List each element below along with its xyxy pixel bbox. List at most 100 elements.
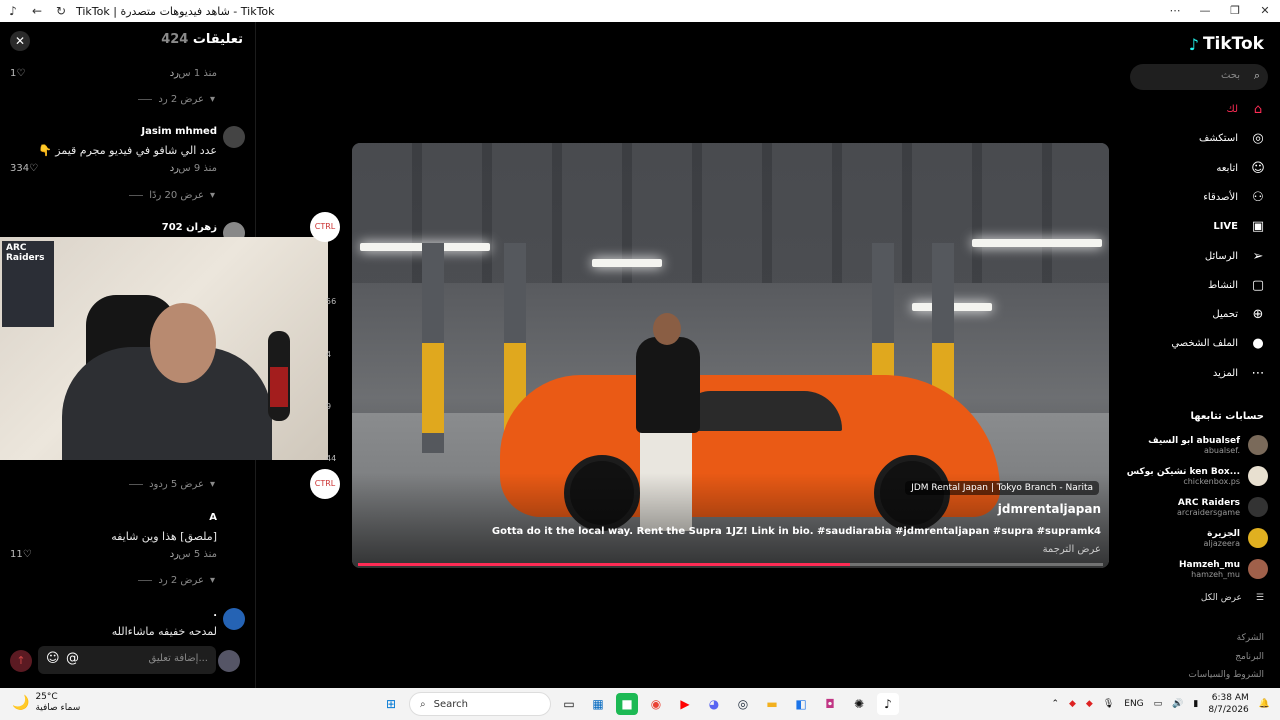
nav-item-label: استكشف [1199,133,1238,145]
followed-account[interactable]: تشيكن بوكس ken Box... chickenbox.ps [1127,466,1268,486]
close-window-button[interactable]: ✕ [1250,0,1280,22]
nav-item-label: الرسائل [1204,250,1238,262]
account-name: ابو السيف abualsef [1148,435,1240,446]
followed-account[interactable]: ARC Raiders arcraidersgame [1177,497,1268,517]
avatar [1248,528,1268,548]
video-progress-fill [358,563,850,566]
reply-link[interactable]: رد [170,68,179,79]
avatar[interactable] [223,608,245,630]
mic-icon[interactable]: 🎙 [1103,699,1114,709]
followed-account[interactable]: الجزيرة aljazeera [1204,528,1268,548]
steam-icon[interactable]: ◎ [732,693,754,715]
action-count: 44 [326,454,337,463]
steelseries-icon[interactable]: ✺ [848,693,870,715]
avatar[interactable] [223,126,245,148]
like-count-value: 1 [10,68,17,79]
volume-icon[interactable]: 🔊 [1172,699,1183,709]
video-player[interactable]: JDM Rental Japan | Tokyo Branch - Narita… [352,143,1109,568]
nav-item[interactable]: الأصدقاء ⚇ [1203,190,1266,205]
weather-text: سماء صافية [35,703,81,713]
avatar [1248,559,1268,579]
creator-avatar-button[interactable]: CTRL [310,212,340,242]
task-view-icon[interactable]: ▭ [558,693,580,715]
view-replies-label: عرض 20 ردًا [149,190,204,201]
followed-account[interactable]: ابو السيف abualsef abualsef. [1148,435,1268,455]
search-input[interactable]: بحث ⌕ [1130,64,1268,90]
chevron-up-icon[interactable]: ⌃ [1051,699,1059,709]
tray-app-icon[interactable]: ◆ [1069,699,1076,709]
chrome-icon[interactable]: ◉ [645,693,667,715]
view-replies-toggle[interactable]: عرض 2 رد ▾ [138,94,215,105]
instagram-icon[interactable]: ◘ [819,693,841,715]
tiktok-note-icon: ♪ [1188,34,1199,54]
video-author[interactable]: jdmrentaljapan [998,502,1101,516]
more-options-icon[interactable]: ⋯ [1160,0,1190,22]
nav-item[interactable]: الرسائل ➢ [1205,249,1266,264]
nav-item[interactable]: لك ⌂ [1227,102,1266,117]
like-count[interactable]: 1♡ [10,68,25,79]
nav-item[interactable]: المزيد ⋯ [1213,366,1266,381]
mention-icon[interactable]: @ [66,651,79,666]
see-all-link[interactable]: عرض الكل ☰ [1201,593,1264,603]
store-icon[interactable]: ▦ [587,693,609,715]
moon-icon: 🌙 [12,695,30,711]
nav-item[interactable]: LIVE ▣ [1213,219,1266,234]
close-comments-button[interactable]: ✕ [10,31,30,51]
view-replies-toggle[interactable]: عرض 2 رد ▾ [138,575,215,586]
back-arrow-icon[interactable]: ← [30,4,44,18]
account-name: الجزيرة [1207,528,1240,539]
clock-time: 6:38 AM [1211,693,1249,703]
app-icon[interactable]: ■ [616,693,638,715]
temperature: 25°C [35,692,58,702]
brand-tag[interactable]: JDM Rental Japan | Tokyo Branch - Narita [905,481,1099,495]
youtube-icon[interactable]: ▶ [674,693,696,715]
windows-start-icon[interactable]: ⊞ [380,693,402,715]
tiktok-app-icon: ♪ [9,4,17,18]
footer-link[interactable]: الشروط والسياسات [1188,670,1264,680]
nav-item[interactable]: النشاط ▢ [1208,278,1266,293]
comment-author[interactable]: . [213,608,217,619]
account-name-block: تشيكن بوكس ken Box... chickenbox.ps [1127,467,1240,486]
view-replies-toggle[interactable]: عرض 20 ردًا ▾ [129,190,215,201]
folder-icon[interactable]: ▬ [761,693,783,715]
nav-item[interactable]: اتابعه ☺ [1216,161,1266,176]
comment-input[interactable]: ☺ @ إضافة تعليق... [38,646,216,674]
video-progress-bar[interactable] [358,563,1103,566]
language-indicator[interactable]: ENG [1124,699,1143,709]
battery-icon[interactable]: ▮ [1193,699,1198,709]
discord-icon[interactable]: ◕ [703,693,725,715]
search-icon[interactable]: ⌕ [1254,69,1260,83]
emoji-icon[interactable]: ☺ [46,651,60,666]
footer-link[interactable]: الشركة [1237,633,1264,643]
app-icon[interactable]: ◧ [790,693,812,715]
comment-author[interactable]: Jasim mhmed [141,126,217,137]
reload-icon[interactable]: ↻ [54,4,68,18]
tiktok-logo[interactable]: ♪ TikTok [1189,34,1264,54]
reply-link[interactable]: رد [170,549,179,560]
footer-link[interactable]: البرنامج [1235,652,1264,662]
view-replies-toggle[interactable]: عرض 5 ردود ▾ [129,479,215,490]
reply-link[interactable]: رد [170,163,179,174]
comment-author[interactable]: زهران 702 [162,222,217,233]
restore-button[interactable]: ❐ [1220,0,1250,22]
like-count[interactable]: 11♡ [10,549,32,560]
notification-icon[interactable]: 🔔 [1259,699,1270,709]
translate-link[interactable]: عرض الترجمة [1043,544,1101,555]
nav-item[interactable]: الملف الشخصي ● [1171,336,1266,351]
like-count[interactable]: 334♡ [10,163,38,174]
search-icon: ⌕ [420,698,426,710]
tiktok-taskbar-icon[interactable]: ♪ [877,693,899,715]
music-disc-button[interactable]: CTRL [310,469,340,499]
taskbar-search[interactable]: ⌕ Search [409,692,551,716]
minimize-button[interactable]: — [1190,0,1220,22]
clock[interactable]: 6:38 AM 8/7/2026 [1208,692,1248,716]
network-icon[interactable]: ▭ [1154,699,1163,709]
comment-author[interactable]: A [209,512,217,523]
tray-app-icon[interactable]: ◆ [1086,699,1093,709]
weather-widget[interactable]: 🌙 25°C سماء صافية [12,692,80,714]
avatar [1248,466,1268,486]
nav-item[interactable]: تحميل ⊕ [1212,307,1266,322]
up-arrow-icon[interactable]: ↑ [10,650,32,672]
nav-item[interactable]: استكشف ◎ [1199,131,1266,146]
followed-account[interactable]: Hamzeh_mu hamzeh_mu [1179,559,1268,579]
